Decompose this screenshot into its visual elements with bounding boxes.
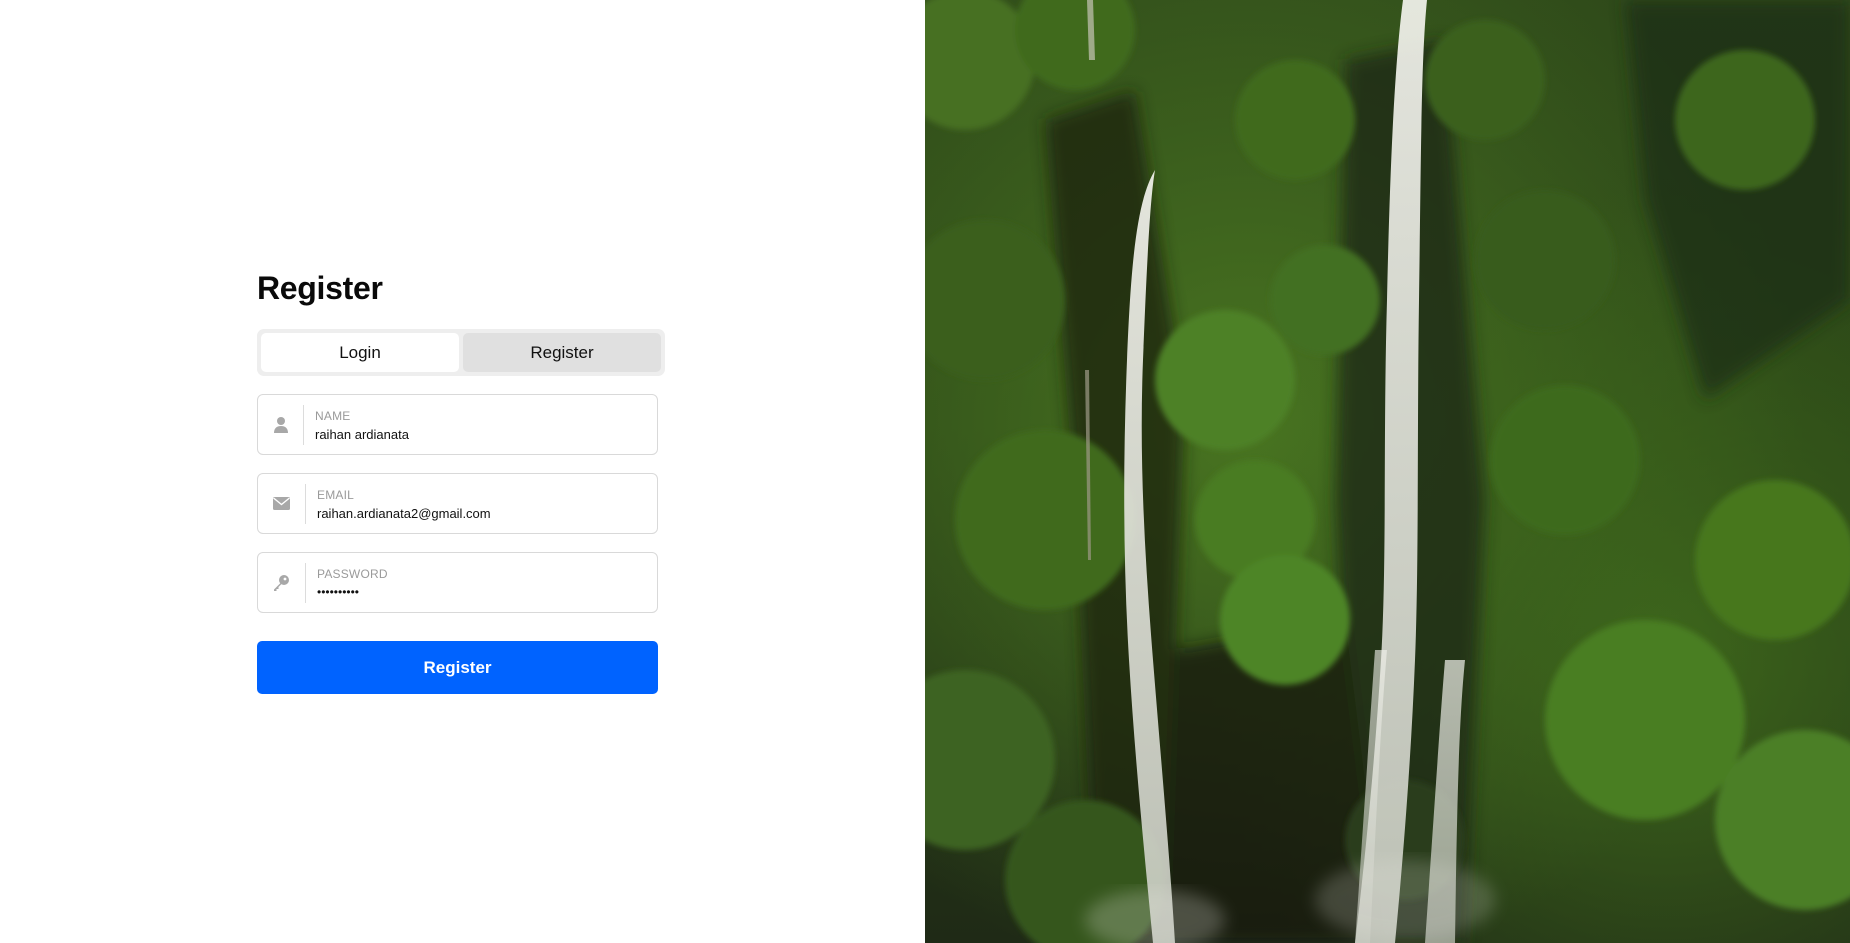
key-icon xyxy=(258,553,304,612)
email-input[interactable] xyxy=(317,504,647,522)
password-input[interactable] xyxy=(317,583,647,601)
field-divider xyxy=(305,563,306,603)
user-icon xyxy=(258,395,304,454)
tab-login[interactable]: Login xyxy=(261,333,459,372)
name-label: NAME xyxy=(315,409,351,423)
form-panel: Register Login Register NAME EMAIL xyxy=(0,0,925,943)
email-label: EMAIL xyxy=(317,488,355,502)
name-input[interactable] xyxy=(315,425,645,443)
register-button[interactable]: Register xyxy=(257,641,658,694)
field-divider xyxy=(303,405,304,445)
name-field[interactable]: NAME xyxy=(257,394,658,455)
auth-tabs: Login Register xyxy=(257,329,665,376)
field-divider xyxy=(305,484,306,524)
email-field[interactable]: EMAIL xyxy=(257,473,658,534)
password-label: PASSWORD xyxy=(317,567,388,581)
waterfall-photo xyxy=(925,0,1850,943)
tab-register[interactable]: Register xyxy=(463,333,661,372)
page-title: Register xyxy=(257,270,383,306)
envelope-icon xyxy=(258,474,304,533)
password-field[interactable]: PASSWORD xyxy=(257,552,658,613)
